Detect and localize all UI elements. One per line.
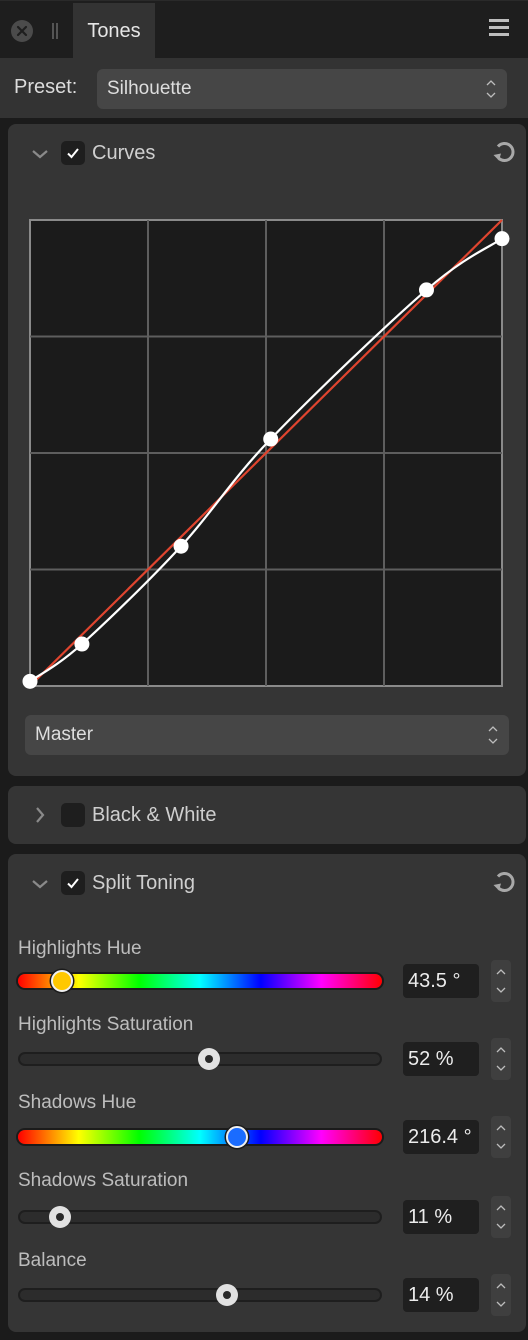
- shadows-saturation-slider[interactable]: [18, 1206, 382, 1228]
- balance-slider[interactable]: [18, 1284, 382, 1306]
- split-toning-header: Split Toning: [8, 854, 526, 914]
- panel-menu-button[interactable]: [489, 19, 509, 39]
- chevron-up-icon[interactable]: [495, 1124, 507, 1132]
- up-down-chevron-icon: [486, 80, 496, 98]
- slider-knob[interactable]: [216, 1284, 239, 1306]
- curve-control-point[interactable]: [22, 673, 38, 689]
- slider-knob[interactable]: [225, 1126, 248, 1148]
- chevron-down-icon[interactable]: [30, 874, 50, 894]
- split-toning-section: Split Toning Highlights Hue 43.5 ° Highl…: [8, 854, 526, 1332]
- black-white-section: Black & White: [8, 786, 526, 844]
- chevron-up-icon[interactable]: [495, 1282, 507, 1290]
- highlights-hue-stepper[interactable]: [491, 960, 511, 1002]
- curves-graph[interactable]: [8, 124, 526, 704]
- chevron-down-icon[interactable]: [495, 1300, 507, 1308]
- tab-tones[interactable]: Tones: [73, 3, 155, 59]
- close-button[interactable]: [11, 20, 33, 42]
- highlights-hue-slider[interactable]: [18, 970, 382, 992]
- shadows-saturation-label: Shadows Saturation: [18, 1170, 189, 1191]
- close-icon: [16, 25, 28, 37]
- curve-control-point[interactable]: [74, 636, 90, 652]
- shadows-hue-input[interactable]: 216.4 °: [403, 1120, 479, 1154]
- chevron-down-icon[interactable]: [495, 1064, 507, 1072]
- checkmark-icon: [67, 878, 79, 889]
- panel-titlebar: Tones: [0, 0, 528, 59]
- chevron-up-icon[interactable]: [495, 968, 507, 976]
- highlights-saturation-label: Highlights Saturation: [18, 1014, 194, 1035]
- reset-icon[interactable]: [490, 868, 518, 896]
- slider-knob[interactable]: [198, 1048, 221, 1070]
- highlights-saturation-input[interactable]: 52 %: [403, 1042, 479, 1076]
- shadows-hue-stepper[interactable]: [491, 1116, 511, 1158]
- chevron-down-icon[interactable]: [495, 1222, 507, 1230]
- drag-grip-icon[interactable]: [52, 23, 58, 39]
- shadows-saturation-input[interactable]: 11 %: [403, 1200, 479, 1234]
- preset-select[interactable]: Silhouette: [97, 69, 507, 109]
- curve-control-point[interactable]: [263, 431, 279, 447]
- black-white-header: Black & White: [8, 786, 526, 846]
- black-white-enable-checkbox[interactable]: [61, 803, 85, 827]
- chevron-right-icon[interactable]: [30, 805, 50, 825]
- highlights-hue-label: Highlights Hue: [18, 938, 142, 959]
- hamburger-menu-icon: [489, 19, 509, 22]
- curves-section: Curves Master: [8, 124, 526, 776]
- slider-knob[interactable]: [50, 970, 73, 992]
- highlights-saturation-stepper[interactable]: [491, 1038, 511, 1080]
- highlights-hue-input[interactable]: 43.5 °: [403, 964, 479, 998]
- slider-knob[interactable]: [49, 1206, 72, 1228]
- channel-value: Master: [35, 724, 94, 745]
- chevron-up-icon[interactable]: [495, 1204, 507, 1212]
- shadows-saturation-stepper[interactable]: [491, 1196, 511, 1238]
- chevron-down-icon[interactable]: [495, 986, 507, 994]
- balance-label: Balance: [18, 1250, 87, 1271]
- chevron-up-icon[interactable]: [495, 1046, 507, 1054]
- curve-control-point[interactable]: [173, 538, 189, 554]
- preset-value: Silhouette: [107, 78, 192, 99]
- split-toning-title: Split Toning: [92, 872, 196, 894]
- up-down-chevron-icon: [488, 726, 498, 744]
- preset-bar: Preset: Silhouette: [0, 58, 528, 118]
- curve-control-point[interactable]: [418, 282, 434, 298]
- channel-select[interactable]: Master: [25, 715, 509, 755]
- shadows-hue-slider[interactable]: [18, 1126, 382, 1148]
- highlights-saturation-slider[interactable]: [18, 1048, 382, 1070]
- curve-control-point[interactable]: [494, 231, 510, 247]
- preset-label: Preset:: [14, 76, 78, 98]
- black-white-title: Black & White: [92, 804, 217, 826]
- split-toning-enable-checkbox[interactable]: [61, 871, 85, 895]
- balance-input[interactable]: 14 %: [403, 1278, 479, 1312]
- chevron-down-icon[interactable]: [495, 1142, 507, 1150]
- shadows-hue-label: Shadows Hue: [18, 1092, 137, 1113]
- balance-stepper[interactable]: [491, 1274, 511, 1316]
